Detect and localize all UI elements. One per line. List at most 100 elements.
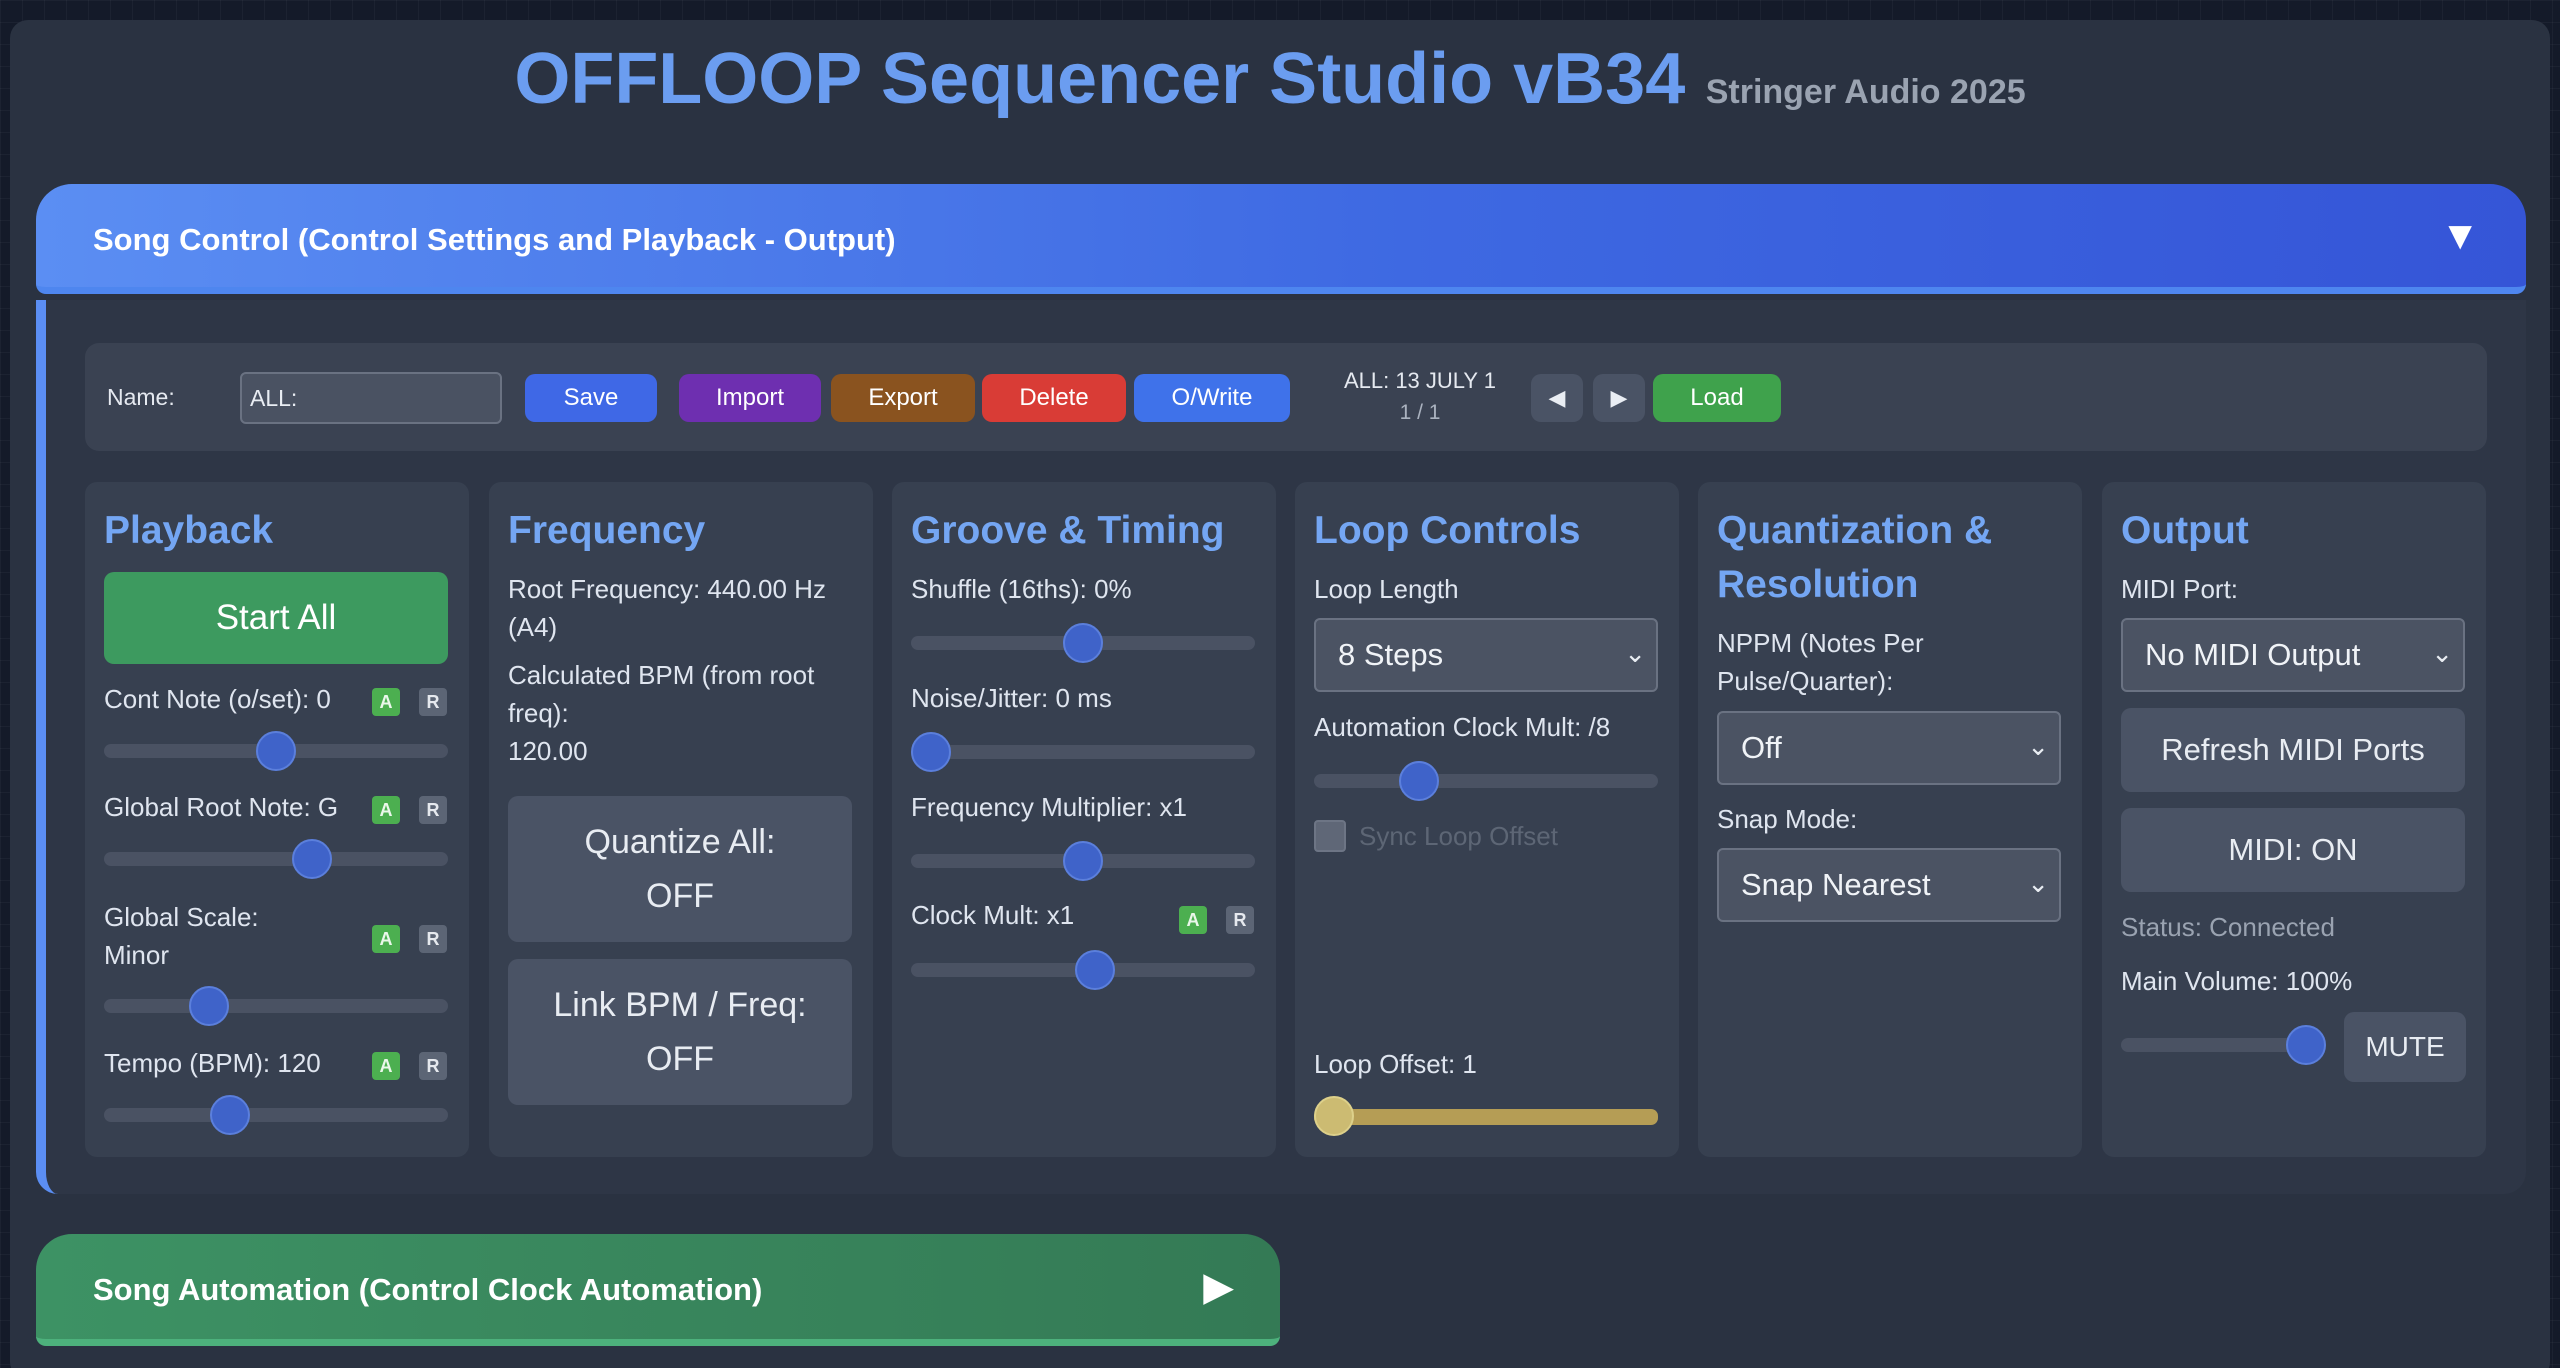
chevron-down-icon: ⌄ (2027, 868, 2049, 898)
slider-thumb[interactable] (189, 986, 230, 1026)
mute-button[interactable]: MUTE (2344, 1012, 2466, 1082)
nppm-label-line2: Pulse/Quarter): (1717, 666, 1894, 696)
root-frequency-line1: Root Frequency: 440.00 Hz (508, 574, 826, 604)
midi-port-select[interactable]: No MIDI Output ⌄ (2121, 618, 2465, 692)
slider-thumb[interactable] (1063, 623, 1103, 663)
slider-thumb[interactable] (1314, 1096, 1354, 1136)
slider-thumb[interactable] (2286, 1025, 2326, 1065)
slider-thumb[interactable] (256, 731, 296, 771)
root-frequency-line2: (A4) (508, 612, 558, 642)
main-volume-label: Main Volume: 100% (2121, 966, 2353, 996)
quantization-title: Quantization & Resolution (1717, 504, 1992, 612)
scale-label-line1: Global Scale: (104, 902, 259, 932)
playback-title: Playback (104, 509, 274, 552)
clock-mult-slider[interactable] (911, 950, 1255, 990)
midi-port-value: No MIDI Output (2145, 637, 2361, 672)
output-panel: Output MIDI Port: No MIDI Output ⌄ Refre… (2102, 482, 2486, 1157)
noise-jitter-slider[interactable] (911, 732, 1255, 772)
scale-label: Global Scale: Minor (104, 898, 259, 974)
quantize-all-button[interactable]: Quantize All: OFF (508, 796, 852, 942)
quantize-all-state: OFF (646, 877, 714, 915)
automate-badge[interactable]: A (372, 1052, 400, 1080)
loop-offset-slider[interactable] (1314, 1096, 1658, 1136)
import-button[interactable]: Import (679, 374, 821, 422)
link-bpm-freq-state: OFF (646, 1040, 714, 1078)
slider-thumb[interactable] (210, 1095, 251, 1135)
sync-loop-offset-checkbox[interactable] (1314, 820, 1346, 852)
preset-toolbar: Name: Save Import Export Delete O/Write … (85, 343, 2487, 451)
root-frequency-text: Root Frequency: 440.00 Hz (A4) (508, 570, 826, 646)
automate-badge[interactable]: A (372, 796, 400, 824)
root-note-label: Global Root Note: G (104, 792, 339, 822)
load-button[interactable]: Load (1653, 374, 1781, 422)
reset-badge[interactable]: R (419, 1052, 447, 1080)
midi-toggle-button[interactable]: MIDI: ON (2121, 808, 2465, 892)
main-volume-slider[interactable] (2121, 1025, 2326, 1065)
noise-jitter-label: Noise/Jitter: 0 ms (911, 683, 1112, 713)
scale-label-line2: Minor (104, 940, 170, 970)
reset-badge[interactable]: R (1226, 906, 1254, 934)
midi-status-text: Status: Connected (2121, 912, 2335, 942)
app-title: OFFLOOP Sequencer Studio vB34 (514, 39, 1686, 119)
tempo-slider[interactable] (104, 1095, 448, 1135)
link-bpm-freq-button[interactable]: Link BPM / Freq: OFF (508, 959, 852, 1105)
groove-title: Groove & Timing (911, 509, 1225, 552)
save-button[interactable]: Save (525, 374, 657, 422)
automate-badge[interactable]: A (372, 688, 400, 716)
snap-mode-select[interactable]: Snap Nearest ⌄ (1717, 848, 2061, 922)
collapse-arrow-icon[interactable]: ▼ (2440, 214, 2480, 259)
snap-mode-label: Snap Mode: (1717, 804, 1858, 834)
quantization-panel: Quantization & Resolution NPPM (Notes Pe… (1698, 482, 2082, 1157)
quantize-all-label: Quantize All: (584, 823, 776, 861)
chevron-down-icon: ⌄ (1624, 638, 1646, 668)
groove-timing-panel: Groove & Timing Shuffle (16ths): 0% Nois… (892, 482, 1276, 1157)
slider-thumb[interactable] (1075, 950, 1116, 990)
frequency-multiplier-slider[interactable] (911, 841, 1255, 881)
refresh-midi-ports-button[interactable]: Refresh MIDI Ports (2121, 708, 2465, 792)
overwrite-button[interactable]: O/Write (1134, 374, 1290, 422)
slider-thumb[interactable] (292, 839, 333, 879)
chevron-down-icon: ⌄ (2027, 731, 2049, 761)
delete-button[interactable]: Delete (982, 374, 1126, 422)
automation-clock-mult-slider[interactable] (1314, 761, 1658, 801)
page-indicator: 1 / 1 (1399, 401, 1441, 424)
slider-thumb[interactable] (1399, 761, 1440, 801)
automate-badge[interactable]: A (372, 925, 400, 953)
slider-thumb[interactable] (1063, 841, 1103, 881)
nppm-label: NPPM (Notes Per Pulse/Quarter): (1717, 624, 1924, 700)
next-preset-button[interactable]: ▶ (1593, 374, 1645, 422)
loop-length-value: 8 Steps (1338, 637, 1444, 672)
nppm-select[interactable]: Off ⌄ (1717, 711, 2061, 785)
slider-thumb[interactable] (911, 732, 951, 772)
calculated-bpm-text: Calculated BPM (from root freq): 120.00 (508, 656, 814, 770)
frequency-multiplier-label: Frequency Multiplier: x1 (911, 792, 1187, 822)
quantization-title-line2: Resolution (1717, 563, 1919, 606)
export-button[interactable]: Export (831, 374, 975, 422)
sync-loop-offset-label: Sync Loop Offset (1359, 821, 1558, 851)
midi-port-label: MIDI Port: (2121, 574, 2239, 604)
reset-badge[interactable]: R (419, 688, 447, 716)
calculated-bpm-line1: Calculated BPM (from root (508, 660, 815, 690)
shuffle-label: Shuffle (16ths): 0% (911, 574, 1132, 604)
reset-badge[interactable]: R (419, 796, 447, 824)
start-all-button[interactable]: Start All (104, 572, 448, 664)
shuffle-slider[interactable] (911, 623, 1255, 663)
automation-clock-mult-label: Automation Clock Mult: /8 (1314, 712, 1611, 742)
song-control-header[interactable]: Song Control (Control Settings and Playb… (36, 184, 2526, 294)
calculated-bpm-line2: freq): (508, 698, 569, 728)
name-label: Name: (107, 384, 175, 410)
expand-arrow-icon[interactable]: ▶ (1203, 1264, 1234, 1310)
song-automation-header[interactable]: Song Automation (Control Clock Automatio… (36, 1234, 1280, 1346)
chevron-down-icon: ⌄ (2431, 638, 2453, 668)
cont-note-slider[interactable] (104, 731, 448, 771)
root-note-slider[interactable] (104, 839, 448, 879)
preset-name-input[interactable] (240, 372, 502, 424)
reset-badge[interactable]: R (419, 925, 447, 953)
app-subtitle: Stringer Audio 2025 (1705, 73, 2026, 111)
loop-length-select[interactable]: 8 Steps ⌄ (1314, 618, 1658, 692)
automate-badge[interactable]: A (1179, 906, 1207, 934)
prev-preset-button[interactable]: ◀ (1531, 374, 1583, 422)
right-triangle-icon: ▶ (1610, 385, 1628, 410)
scale-slider[interactable] (104, 986, 448, 1026)
frequency-title: Frequency (508, 509, 706, 552)
